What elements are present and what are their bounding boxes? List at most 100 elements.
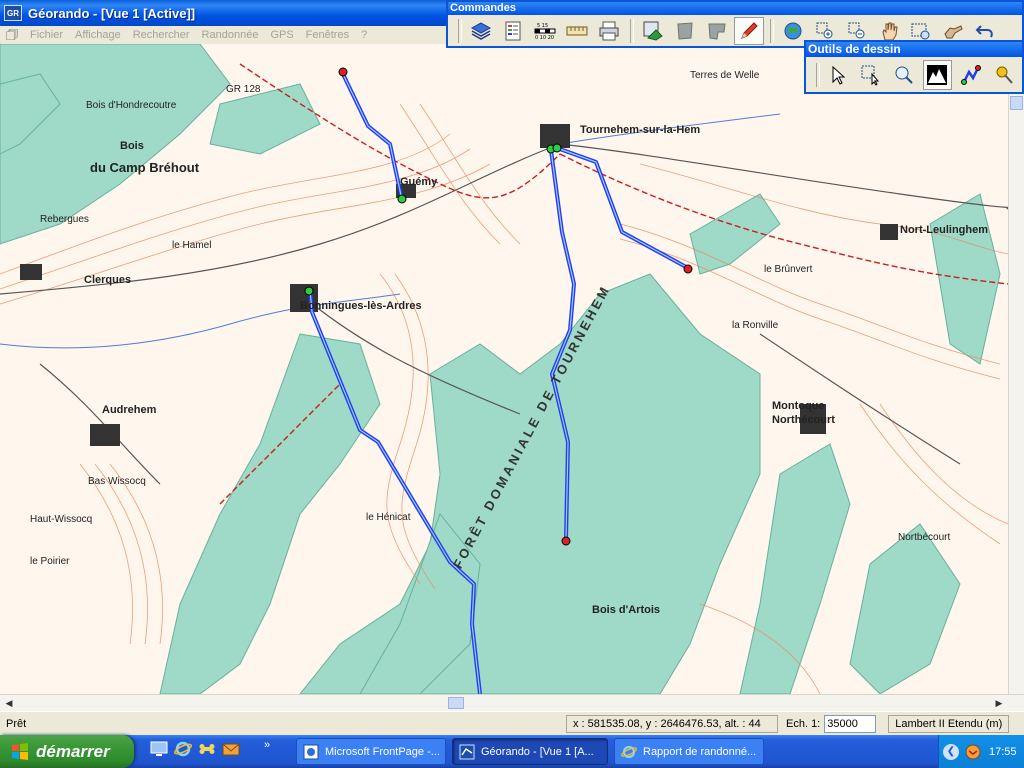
scroll-right-arrow-icon[interactable]: ▶: [992, 696, 1006, 710]
pin-button[interactable]: [989, 60, 1018, 90]
toolbar-separator: [630, 18, 634, 43]
label-rebergues: Rebergues: [40, 214, 89, 225]
internet-explorer-icon: [621, 745, 637, 758]
pan-icon: [944, 24, 963, 38]
start-button[interactable]: démarrer: [0, 735, 134, 768]
pointer-icon: [832, 65, 846, 85]
menu-fichier[interactable]: Fichier: [24, 29, 69, 41]
menu-gps[interactable]: GPS: [264, 29, 299, 41]
undo-icon: [975, 24, 993, 37]
zoom-rect-icon: [911, 23, 930, 39]
select-zoom-button[interactable]: [890, 60, 919, 90]
status-bar: Prêt x : 581535.08, y : 2646476.53, alt.…: [0, 711, 1024, 746]
frontpage-icon: [303, 744, 319, 759]
label-tournehem: Tournehem-sur-la-Hem: [580, 124, 701, 136]
label-gr128: GR 128: [226, 84, 261, 95]
profile-button[interactable]: [922, 59, 952, 90]
quick-launch: [150, 740, 240, 758]
task-frontpage[interactable]: Microsoft FrontPage -...: [296, 738, 446, 765]
layers-button[interactable]: [466, 17, 496, 45]
bone-icon[interactable]: [198, 740, 216, 758]
horizontal-scroll-thumb[interactable]: [448, 697, 464, 709]
pin-icon: [996, 66, 1013, 84]
label-nort-leulinghem: Nort-Leulinghem: [900, 224, 988, 236]
ruler-icon: [566, 26, 588, 35]
tile-icon: [677, 21, 693, 40]
task-rapport[interactable]: Rapport de randonné...: [614, 738, 764, 765]
tile-button-2[interactable]: [702, 17, 732, 45]
zoom-in-icon: [816, 22, 833, 38]
label-haut-wissocq: Haut-Wissocq: [30, 514, 93, 525]
label-northecourt: Northécourt: [772, 414, 835, 426]
tile-icon-2: [708, 23, 726, 40]
label-bois-artois: Bois d'Artois: [592, 604, 661, 616]
projection-label: Lambert II Etendu (m): [888, 715, 1010, 733]
route-button[interactable]: [956, 60, 985, 90]
pencil-button[interactable]: [734, 16, 764, 45]
show-hidden-icons-icon[interactable]: ❮: [943, 743, 959, 760]
hand-icon: [882, 22, 898, 40]
system-tray: ❮ 17:55: [938, 735, 1024, 768]
zoom-out-icon: [848, 22, 865, 38]
label-le-henicat: le Hénicat: [366, 512, 411, 523]
label-bois: Bois: [120, 140, 144, 152]
scale-icon-bottom: 0 10 20: [535, 35, 554, 41]
menu-randonnee[interactable]: Randonnée: [196, 29, 265, 41]
drawing-toolbar-title[interactable]: Outils de dessin: [806, 42, 1022, 57]
globe-icon: [784, 22, 802, 39]
ruler-button[interactable]: [562, 17, 592, 45]
label-bas-wissocq: Bas Wissocq: [88, 476, 146, 487]
task-label: Microsoft FrontPage -...: [325, 745, 440, 758]
label-la-ronville: la Ronville: [732, 320, 779, 331]
menu-help[interactable]: ?: [355, 29, 373, 41]
label-le-poirier: le Poirier: [30, 556, 70, 567]
scale-icon: 5 15 0 10 20: [534, 23, 556, 41]
select-rect-button[interactable]: [857, 60, 886, 90]
mail-icon[interactable]: [222, 740, 240, 758]
drawing-toolbar: Outils de dessin: [804, 40, 1024, 94]
quick-launch-more[interactable]: »: [264, 739, 270, 751]
georando-icon: [459, 744, 475, 759]
commandes-title[interactable]: Commandes: [448, 2, 1022, 15]
label-le-brunvert: le Brûnvert: [764, 264, 813, 275]
status-text: Prêt: [6, 718, 27, 730]
map-canvas[interactable]: [0, 44, 1008, 694]
scale-icon-top: 5 15: [537, 23, 548, 29]
app-icon[interactable]: GR: [4, 5, 22, 21]
horizontal-scrollbar[interactable]: ◀ ▶: [0, 694, 1024, 711]
label-montoque: Montoque: [772, 400, 825, 412]
task-label: Rapport de randonné...: [643, 745, 757, 758]
layers-icon: [470, 21, 492, 40]
print-icon: [599, 21, 619, 40]
pointer-button[interactable]: [824, 60, 853, 90]
scale-button[interactable]: 5 15 0 10 20: [530, 17, 560, 45]
label-terres-welle: Terres de Welle: [690, 70, 760, 81]
messenger-icon[interactable]: [965, 744, 981, 760]
vertical-scroll-thumb[interactable]: [1010, 96, 1023, 110]
print-button[interactable]: [594, 17, 624, 45]
tile-button[interactable]: [670, 17, 700, 45]
desktop-icon[interactable]: [150, 740, 168, 758]
task-georando[interactable]: Géorando - [Vue 1 [A...: [452, 738, 608, 765]
label-audrehem: Audrehem: [102, 404, 157, 416]
scale-input[interactable]: [824, 715, 877, 733]
legend-button[interactable]: [498, 17, 528, 45]
export-icon: [643, 21, 663, 41]
internet-explorer-icon[interactable]: [174, 740, 192, 758]
legend-icon: [505, 21, 521, 40]
menu-affichage[interactable]: Affichage: [69, 29, 127, 41]
map-view[interactable]: Tournehem-sur-la-Hem Guémy Clerques Bonn…: [0, 44, 1008, 694]
start-label: démarrer: [36, 741, 110, 761]
export-button[interactable]: [638, 17, 668, 45]
task-label: Géorando - [Vue 1 [A...: [481, 745, 594, 758]
menu-fenetres[interactable]: Fenêtres: [300, 29, 355, 41]
taskbar: démarrer » Microsoft FrontPage -... Géor…: [0, 735, 1024, 768]
label-nortbecourt: Nortbécourt: [898, 532, 951, 543]
clock[interactable]: 17:55: [989, 746, 1017, 758]
label-clerques: Clerques: [84, 274, 132, 286]
select-rect-icon: [861, 65, 880, 86]
menu-rechercher[interactable]: Rechercher: [127, 29, 196, 41]
document-icon[interactable]: 🗇: [4, 27, 20, 43]
vertical-scrollbar[interactable]: [1008, 94, 1024, 694]
scroll-left-arrow-icon[interactable]: ◀: [2, 696, 16, 710]
